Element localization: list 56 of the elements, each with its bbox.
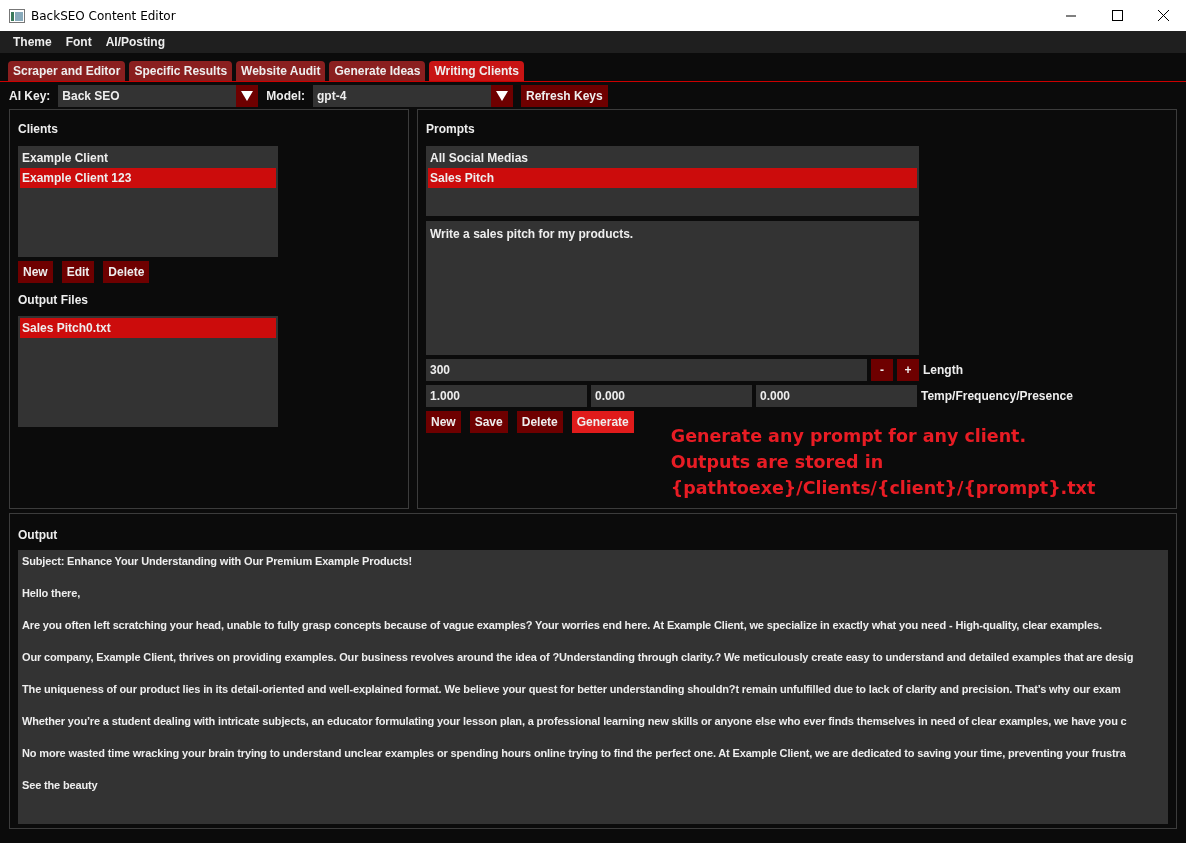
dropdown[interactable]: Back SEO [58, 84, 259, 107]
action-button[interactable]: Save [469, 411, 508, 433]
decrement-button[interactable]: - [871, 359, 893, 381]
section-title: Output Files [18, 292, 89, 309]
action-button[interactable]: New [18, 261, 53, 283]
panel-title: Clients [18, 121, 59, 138]
dropdown-arrow-icon [496, 90, 508, 101]
tab[interactable]: Generate Ideas [329, 61, 426, 81]
length-field[interactable]: 300 [426, 359, 867, 381]
output-line: Are you often left scratching your head, unable to fully grasp concepts because of vague examples? Your worries end here. At Example Client, we specialize in exactly what you need - High-quality, clear examples. [22, 619, 1102, 631]
dropdown[interactable]: gpt-4 [313, 84, 513, 107]
output-line: See the beauty [22, 779, 98, 791]
dropdown-arrow-icon [241, 90, 254, 101]
output-line: Hello there, [22, 587, 81, 599]
panel-title: Prompts [426, 121, 476, 138]
action-button[interactable]: Edit [61, 261, 95, 283]
field-label: AI Key: [9, 87, 51, 105]
close-icon[interactable] [1157, 10, 1169, 21]
parameter-field[interactable]: 0.000 [591, 385, 752, 407]
output-line: The uniqueness of our product lies in its detail-oriented and well-explained format. We believe your quest for better understanding shouldn?t remain unfulfilled due to lack of clarity and precision. That’s why our exam [22, 683, 1121, 695]
prompt-text-area[interactable]: Write a sales pitch for my products. [426, 221, 919, 355]
increment-button[interactable]: + [897, 359, 919, 381]
output-line: Whether you’re a student dealing with intricate subjects, an educator formulating your lesson plan, a professional learning new skills or anyone else who ever finds themselves in need of clear examples, we have you c [22, 715, 1127, 727]
output-line: Our company, Example Client, thrives on providing examples. Our business revolves around the idea of ?Understanding through clarity.? We meticulously create easy to understand and detailed examples that are desig [22, 651, 1134, 663]
app-icon [9, 8, 25, 23]
menu-item[interactable]: Theme [6, 33, 59, 51]
parameter-field[interactable]: 1.000 [426, 385, 587, 407]
field-label: Length [923, 362, 963, 379]
list-item[interactable]: Example Client 123 [20, 168, 276, 188]
output-line: Subject: Enhance Your Understanding with Our Premium Example Products! [22, 555, 413, 567]
note-line: Outputs are stored in [670, 451, 885, 474]
note-line: {pathtoexe}/Clients/{client}/{prompt}.txt [670, 477, 1096, 500]
field-label: Temp/Frequency/Presence [921, 388, 1073, 405]
parameter-field[interactable]: 0.000 [756, 385, 917, 407]
tab[interactable]: Scraper and Editor [8, 61, 126, 81]
action-button[interactable]: New [426, 411, 461, 433]
menu-item[interactable]: Font [58, 33, 99, 51]
list-item[interactable]: Example Client [20, 148, 276, 168]
output-line: No more wasted time wracking your brain trying to understand unclear examples or spending hours online trying to find the perfect one. At Example Client, we are dedicated to saving your time, preventing your frustra [22, 747, 1126, 759]
action-button[interactable]: Delete [516, 411, 563, 433]
list-item[interactable]: Sales Pitch [428, 168, 917, 188]
note-line: Generate any prompt for any client. [670, 425, 1028, 448]
menu-item[interactable]: AI/Posting [98, 33, 173, 51]
action-button[interactable]: Generate [571, 411, 634, 433]
tab[interactable]: Writing Clients [429, 61, 524, 81]
field-label: Model: [266, 87, 305, 105]
output-text-area[interactable] [18, 550, 1168, 824]
action-button[interactable]: Delete [103, 261, 150, 283]
tab[interactable]: Specific Results [129, 61, 233, 81]
list-item[interactable]: Sales Pitch0.txt [20, 318, 276, 338]
panel-title: Output [18, 527, 59, 544]
list-item[interactable]: All Social Medias [428, 148, 917, 168]
window-title: BackSEO Content Editor [31, 7, 176, 25]
maximize-icon[interactable] [1111, 10, 1123, 21]
tab[interactable]: Website Audit [236, 61, 326, 81]
refresh-keys-button[interactable]: Refresh Keys [521, 84, 608, 107]
